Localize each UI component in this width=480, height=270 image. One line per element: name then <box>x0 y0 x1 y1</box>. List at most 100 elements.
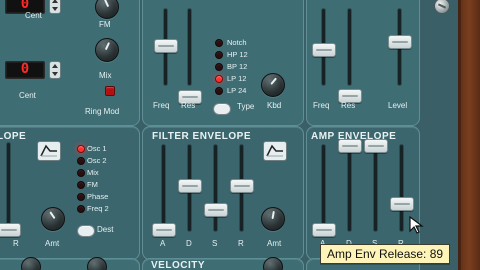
oscillator-panel: 0 Cent FM 0 Cent Mix Ring Mod <box>0 0 140 126</box>
bottom-knob[interactable] <box>21 257 41 270</box>
dest-mix-led[interactable] <box>77 169 85 177</box>
filter-type-lp24-led[interactable] <box>215 87 223 95</box>
amp-env-r-track <box>400 145 403 231</box>
filter2-freq-label: Freq <box>313 101 330 110</box>
amp-envelope-panel: AMP ENVELOPE A D S R <box>306 126 420 260</box>
filter-type-lp12-label: LP 12 <box>227 74 247 83</box>
knob-indicator <box>271 210 275 220</box>
synth-ui: 0 Cent FM 0 Cent Mix Ring Mod Freq Res N… <box>0 0 480 270</box>
filter-res-slider-track <box>188 9 191 85</box>
amp-env-r-slider[interactable] <box>390 197 414 211</box>
filter-envelope-panel: FILTER ENVELOPE A D S R Amt <box>142 126 304 260</box>
level-slider[interactable] <box>388 35 412 49</box>
knob-indicator <box>103 0 110 8</box>
filter-envelope-title: FILTER ENVELOPE <box>152 131 251 142</box>
filter-type-lp24-label: LP 24 <box>227 86 247 95</box>
filter-env-r-slider[interactable] <box>230 179 254 193</box>
filter-env-s-label: S <box>212 239 218 248</box>
envelope-shape-icon-graphic <box>40 144 57 157</box>
dest-button[interactable] <box>77 225 95 237</box>
ring-mod-button[interactable] <box>105 86 115 96</box>
filter-env-r-label: R <box>238 239 244 248</box>
osc-mid-cent-label: Cent <box>19 91 36 100</box>
dest-freq2-label: Freq 2 <box>87 204 109 213</box>
osc-mid-pitch-display-value: 0 <box>20 61 30 77</box>
envelope-shape-icon-graphic <box>266 144 283 157</box>
mouse-pointer-icon <box>409 216 424 234</box>
filter-type-lp12-led[interactable] <box>215 75 223 83</box>
dest-freq2-led[interactable] <box>77 205 85 213</box>
osc-top-cent-label: Cent <box>25 11 42 20</box>
filter-env-a-slider[interactable] <box>152 223 176 237</box>
filter-type-button[interactable] <box>213 103 231 115</box>
filter-env-a-track <box>162 145 165 231</box>
amp-env-s-track <box>374 145 377 231</box>
filter-env-a-label: A <box>160 239 166 248</box>
filter-type-label: Type <box>237 102 255 111</box>
filter-env-s-track <box>214 145 217 231</box>
filter-type-notch-label: Notch <box>227 38 247 47</box>
filter-res-label: Res <box>181 101 196 110</box>
envelope-shape-icon[interactable] <box>37 141 61 161</box>
spinner-icon[interactable] <box>49 61 61 79</box>
tooltip-text: Amp Env Release: 89 <box>327 247 444 261</box>
filter-freq-label: Freq <box>153 101 170 110</box>
envelope-shape-icon[interactable] <box>263 141 287 161</box>
mod-envelope-title: LOPE <box>0 131 27 142</box>
fm-knob[interactable] <box>95 0 119 19</box>
amp-env-d-track <box>348 145 351 231</box>
kbd-knob[interactable] <box>261 73 285 97</box>
kbd-label: Kbd <box>267 101 282 110</box>
filter-type-bp12-led[interactable] <box>215 63 223 71</box>
mod-env-amt-knob[interactable] <box>41 207 65 231</box>
ring-mod-label: Ring Mod <box>85 107 120 116</box>
dest-osc2-label: Osc 2 <box>87 156 107 165</box>
amp-env-d-slider[interactable] <box>338 139 362 153</box>
mod-env-r-slider[interactable] <box>0 223 21 237</box>
filter-1-panel: Freq Res Notch HP 12 BP 12 LP 12 LP 24 T… <box>142 0 304 126</box>
velocity-panel: VELOCITY <box>142 257 304 270</box>
knob-indicator <box>104 42 111 51</box>
bottom-left-panel <box>0 257 140 270</box>
mod-env-amt-label: Amt <box>45 239 60 248</box>
tooltip: Amp Env Release: 89 <box>320 244 451 264</box>
level-label: Level <box>388 101 408 110</box>
filter-env-d-label: D <box>186 239 192 248</box>
osc-mid-pitch-display[interactable]: 0 <box>5 61 45 79</box>
filter2-res-slider-track <box>348 9 351 85</box>
amp-env-s-slider[interactable] <box>364 139 388 153</box>
mod-env-r-label: R <box>13 239 19 248</box>
filter-freq-slider[interactable] <box>154 39 178 53</box>
fm-label: FM <box>99 20 111 29</box>
filter-env-amt-label: Amt <box>267 239 282 248</box>
filter-env-amt-knob[interactable] <box>261 207 285 231</box>
filter-env-d-slider[interactable] <box>178 179 202 193</box>
mix-knob[interactable] <box>95 38 119 62</box>
mix-label: Mix <box>99 71 112 80</box>
amp-env-a-slider[interactable] <box>312 223 336 237</box>
dest-fm-label: FM <box>87 180 98 189</box>
bottom-knob[interactable] <box>87 257 107 270</box>
filter-type-notch-led[interactable] <box>215 39 223 47</box>
dest-osc1-label: Osc 1 <box>87 144 107 153</box>
dest-label: Dest <box>97 225 114 234</box>
mod-envelope-panel: LOPE R Osc 1 Osc 2 Mix FM Phase Freq 2 D… <box>0 126 140 260</box>
filter-env-s-slider[interactable] <box>204 203 228 217</box>
dest-osc2-led[interactable] <box>77 157 85 165</box>
amp-env-a-track <box>322 145 325 231</box>
velocity-knob[interactable] <box>263 257 283 270</box>
filter-2-panel: Freq Res Level <box>306 0 420 126</box>
dest-phase-led[interactable] <box>77 193 85 201</box>
filter-type-hp12-led[interactable] <box>215 51 223 59</box>
mod-env-r-slider-track <box>7 143 10 231</box>
spinner-icon[interactable] <box>49 0 61 14</box>
wood-side-strip <box>458 0 480 270</box>
knob-indicator <box>49 211 56 220</box>
filter-type-hp12-label: HP 12 <box>227 50 248 59</box>
filter-type-bp12-label: BP 12 <box>227 62 248 71</box>
dest-fm-led[interactable] <box>77 181 85 189</box>
dest-osc1-led[interactable] <box>77 145 85 153</box>
dest-phase-label: Phase <box>87 192 109 201</box>
filter2-freq-slider[interactable] <box>312 43 336 57</box>
knob-indicator <box>270 77 277 85</box>
